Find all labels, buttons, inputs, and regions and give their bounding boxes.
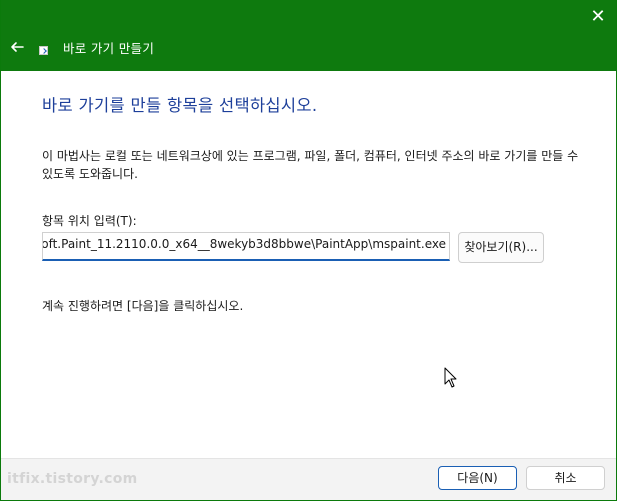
cancel-button[interactable]: 취소 — [526, 466, 605, 490]
browse-button[interactable]: 찾아보기(R)... — [458, 232, 544, 263]
back-button[interactable] — [7, 37, 27, 57]
wizard-description: 이 마법사는 로컬 또는 네트워크상에 있는 프로그램, 파일, 폴더, 컴퓨터… — [42, 149, 579, 181]
close-button[interactable]: ✕ — [587, 6, 609, 28]
location-label: 항목 위치 입력(T): — [42, 214, 137, 228]
create-shortcut-window: ✕ 바로 가기 만들기 바로 가기를 만들 항목을 선택하십시오. 이 마법사는… — [0, 0, 617, 501]
mouse-pointer-icon — [444, 367, 457, 388]
close-icon: ✕ — [590, 6, 606, 27]
watermark-text: itfix.tistory.com — [7, 471, 138, 487]
continue-instruction: 계속 진행하려면 [다음]을 클릭하십시오. — [42, 299, 244, 313]
location-input[interactable]: oft.Paint_11.2110.0.0_x64__8wekyb3d8bbwe… — [42, 232, 450, 261]
window-title: 바로 가기 만들기 — [63, 41, 155, 56]
page-heading: 바로 가기를 만들 항목을 선택하십시오. — [42, 96, 318, 115]
location-input-value: oft.Paint_11.2110.0.0_x64__8wekyb3d8bbwe… — [42, 237, 446, 251]
shortcut-icon — [39, 46, 48, 55]
next-button[interactable]: 다음(N) — [438, 466, 517, 490]
arrow-left-icon — [11, 42, 24, 52]
title-bar: ✕ 바로 가기 만들기 — [1, 0, 616, 71]
